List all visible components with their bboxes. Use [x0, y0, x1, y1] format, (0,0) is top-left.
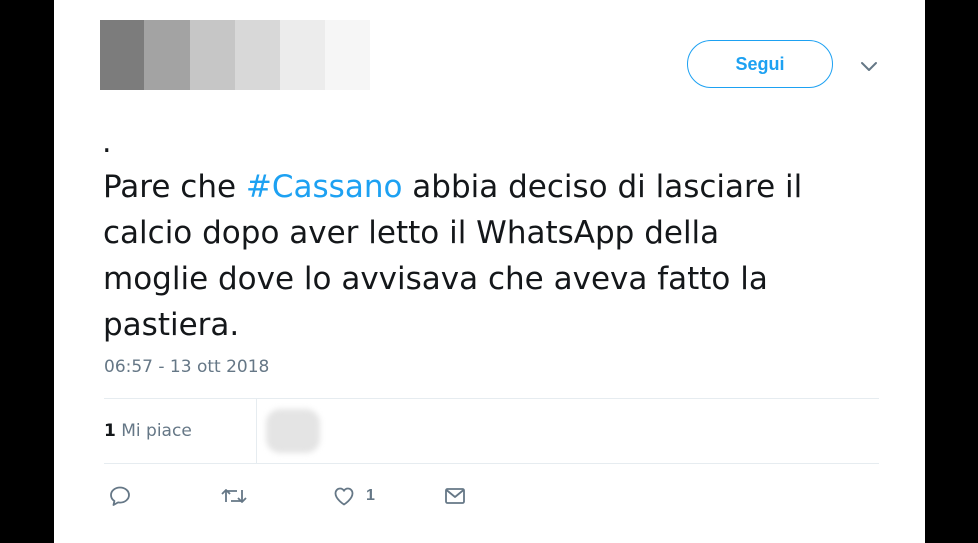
likes-count: 1: [104, 421, 116, 441]
action-bar: 1: [104, 480, 524, 516]
reply-button[interactable]: [108, 484, 132, 508]
direct-message-button[interactable]: [443, 484, 467, 508]
chevron-down-icon[interactable]: [858, 56, 880, 76]
mail-icon: [445, 488, 465, 504]
tweet-text-segment: abbia deciso di lasciare il: [402, 169, 803, 205]
likes-stat[interactable]: 1 Mi piace: [104, 421, 192, 441]
like-count: 1: [366, 487, 375, 504]
retweet-button[interactable]: [220, 484, 248, 508]
likes-label: Mi piace: [121, 421, 192, 441]
tweet-timestamp[interactable]: 06:57 - 13 ott 2018: [104, 357, 269, 377]
reply-icon: [110, 486, 130, 506]
blurred-liker-avatar[interactable]: [266, 409, 320, 453]
tweet-line-3: moglie dove lo avvisava che aveva fatto …: [103, 261, 768, 297]
follow-button[interactable]: Segui: [687, 40, 833, 88]
heart-icon: [334, 487, 354, 506]
tweet-dot: .: [102, 125, 112, 160]
tweet-card: Segui . Pare che #Cassano abbia deciso d…: [54, 0, 925, 543]
tweet-line-2: calcio dopo aver letto il WhatsApp della: [103, 215, 720, 251]
retweet-icon: [221, 489, 247, 503]
like-button[interactable]: 1: [332, 484, 375, 508]
tweet-line-1: Pare che #Cassano abbia deciso di lascia…: [103, 164, 863, 210]
tweet-line-4: pastiera.: [103, 307, 240, 343]
likes-stats-row: 1 Mi piace: [104, 399, 879, 463]
blurred-author-info[interactable]: [100, 20, 370, 90]
tweet-text: Pare che #Cassano abbia deciso di lascia…: [103, 164, 863, 348]
tweet-text-segment: Pare che: [103, 169, 246, 205]
hashtag-link[interactable]: #Cassano: [246, 169, 403, 205]
divider: [104, 463, 879, 464]
stats-separator: [256, 399, 257, 463]
